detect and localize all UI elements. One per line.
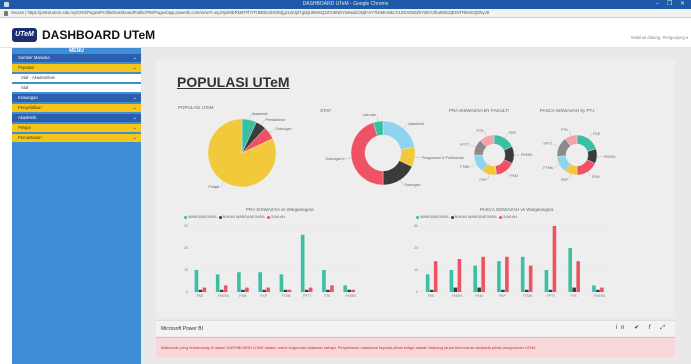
bar[interactable]	[481, 256, 485, 292]
bar[interactable]	[592, 285, 596, 292]
y-tick-label: 20	[414, 246, 418, 250]
bar[interactable]	[528, 265, 533, 292]
x-tick-label: FPTT	[546, 294, 556, 298]
bar[interactable]	[520, 256, 525, 292]
bar[interactable]	[473, 265, 477, 292]
bar[interactable]	[425, 274, 430, 292]
y-tick-label: 10	[414, 268, 418, 272]
bar[interactable]	[501, 289, 505, 292]
x-tick-label: FTMK	[522, 294, 533, 298]
share-icons[interactable]: in ✔ f ⤢	[616, 324, 669, 332]
bar[interactable]	[596, 289, 600, 292]
x-tick-label: FKM	[475, 294, 483, 298]
bar[interactable]	[524, 289, 529, 292]
x-tick-label: FKEKK	[594, 294, 606, 298]
x-tick-label: FKEKK	[451, 294, 463, 298]
bar[interactable]	[457, 259, 462, 292]
bar-chart-5[interactable]	[0, 0, 691, 364]
bar[interactable]	[548, 289, 553, 292]
bar[interactable]	[544, 270, 549, 292]
notice-banner: Maklumat yang terkandung di dalam DASHBO…	[156, 337, 675, 357]
y-tick-label: 30	[414, 224, 418, 228]
bar[interactable]	[477, 287, 481, 292]
bar[interactable]	[576, 261, 580, 292]
x-tick-label: FKE	[427, 294, 435, 298]
bar[interactable]	[568, 248, 572, 292]
bar[interactable]	[453, 287, 458, 292]
bar[interactable]	[497, 261, 501, 292]
x-tick-label: FKP	[499, 294, 506, 298]
bar[interactable]	[600, 287, 604, 292]
powerbi-link[interactable]: Microsoft Power BI	[161, 326, 203, 332]
bar[interactable]	[552, 226, 557, 292]
bar[interactable]	[449, 270, 454, 292]
bar[interactable]	[429, 289, 434, 292]
notice-text: Maklumat yang terkandung di dalam DASHBO…	[161, 345, 537, 350]
bar[interactable]	[505, 256, 509, 292]
y-tick-label: 0	[416, 290, 418, 294]
bar[interactable]	[433, 261, 438, 292]
powerbi-footer: Microsoft Power BI in ✔ f ⤢	[156, 320, 675, 336]
x-tick-label: FTK	[570, 294, 577, 298]
bar[interactable]	[572, 287, 576, 292]
